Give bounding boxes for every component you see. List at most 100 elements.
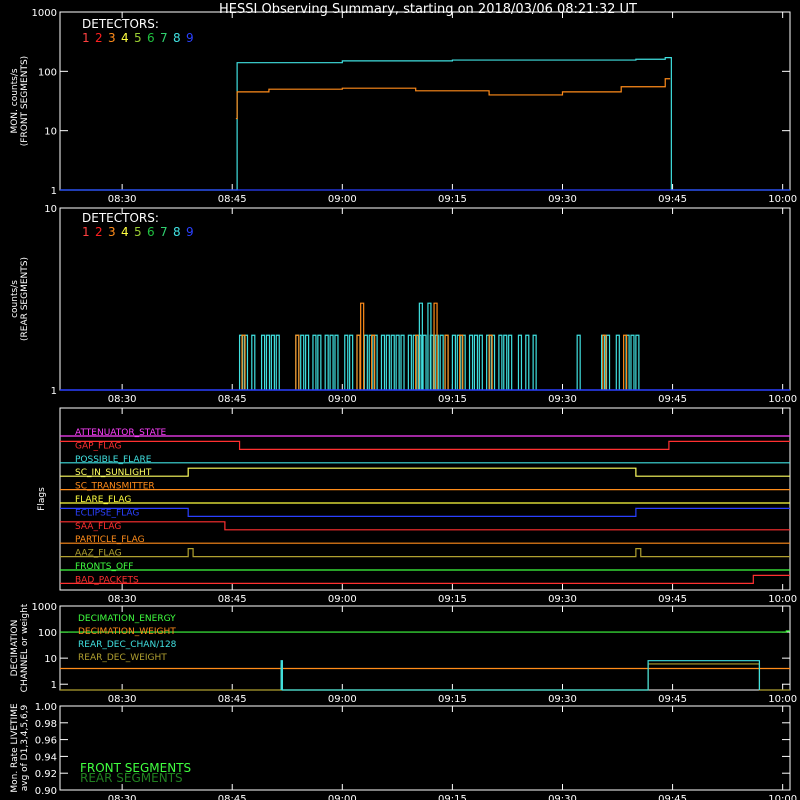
decimation-legend-2: REAR_DEC_CHAN/128 (78, 640, 177, 650)
flag-line-sc_in_sunlight (60, 467, 790, 477)
rear-spike-0-34 (451, 334, 456, 390)
livetime-ytick-label-5: 1.00 (35, 702, 57, 713)
rear-spike-0-48 (576, 334, 581, 390)
livetime-xtick-label-5: 09:45 (658, 794, 687, 800)
front-ytick-label-0: 1 (51, 186, 57, 197)
rear-spike-0-22 (385, 334, 390, 390)
rear-spike-0-10 (312, 334, 317, 390)
front-legend-detector-6: 6 (147, 31, 155, 45)
flags-xtick-label-2: 09:00 (328, 594, 357, 605)
rear-spike-0-24 (395, 334, 400, 390)
front-ytick-label-2: 100 (38, 67, 57, 78)
rear-ytick-label-0: 1 (51, 386, 57, 397)
rear-spike-1-0 (241, 334, 246, 390)
flag-line-eclipse_flag (60, 507, 790, 517)
rear-panel: 08:30 08:45 09:00 09:15 09:30 09:45 10:00 1 10 co… (10, 204, 797, 405)
rear-spike-1-9 (623, 334, 628, 390)
rear-spike-0-25 (400, 334, 405, 390)
decimation-xtick-label-2: 09:00 (328, 694, 357, 705)
rear-spike-1-7 (488, 334, 493, 390)
rear-spike-0-18 (363, 334, 368, 390)
flags-frame (59, 407, 791, 591)
front-legend-detector-3: 3 (108, 31, 116, 45)
flag-label-eclipse_flag: ECLIPSE_FLAG (75, 508, 139, 518)
decimation-xtick-label-0: 08:30 (108, 694, 137, 705)
livetime-ylabel-1: avg of D1,3,4,5,6,9 (20, 704, 30, 791)
decimation-ytick-label-1: 10 (44, 654, 57, 665)
decimation-series-3 (280, 660, 761, 691)
front-legend-detector-9: 9 (186, 31, 194, 45)
livetime-xtick-label-0: 08:30 (108, 794, 137, 800)
flag-line-aaz_flag (60, 548, 790, 558)
decimation-series-2 (60, 663, 790, 691)
front-series-0 (60, 57, 790, 191)
hessi-summary-chart: HESSI Observing Summary, starting on 201… (10, 2, 797, 800)
flags-xtick-label-6: 10:00 (768, 594, 797, 605)
front-legend-detector-8: 8 (173, 31, 181, 45)
flags-xtick-label-0: 08:30 (108, 594, 137, 605)
front-ylabel-0: MON. counts/s (10, 68, 20, 133)
rear-spike-0-37 (468, 334, 474, 390)
rear-spike-0-23 (390, 334, 395, 390)
flag-line-bad_packets (60, 574, 790, 584)
livetime-xtick-label-4: 09:30 (548, 794, 577, 800)
decimation-legend-1: DECIMATION_WEIGHT (78, 627, 176, 637)
flag-label-sc_transmitter: SC_TRANSMITTER (75, 482, 155, 492)
decimation-legend-0: DECIMATION_ENERGY (78, 614, 176, 624)
rear-ylabel-1: (REAR SEGMENTS) (20, 257, 30, 341)
livetime-ytick-label-0: 0.90 (35, 786, 57, 797)
flag-line-gap_flag (60, 440, 790, 450)
rear-spike-0-43 (503, 334, 508, 390)
rear-legend-detector-5: 5 (134, 225, 142, 239)
decimation-panel: 08:30 08:45 09:00 09:15 09:30 09:45 10:00 1 10 10… (10, 602, 797, 705)
rear-xtick-label-2: 09:00 (328, 394, 357, 405)
rear-spike-0-38 (473, 334, 479, 390)
rear-spike-0-21 (380, 334, 386, 390)
flags-xtick-label-4: 09:30 (548, 594, 577, 605)
front-xtick-label-2: 09:00 (328, 194, 357, 205)
livetime-xtick-label-6: 10:00 (768, 794, 797, 800)
rear-xtick-label-0: 08:30 (108, 394, 137, 405)
front-xtick-label-3: 09:15 (438, 194, 467, 205)
front-xtick-label-6: 10:00 (768, 194, 797, 205)
rear-spike-1-5 (444, 334, 449, 390)
rear-spike-0-4 (265, 334, 271, 390)
flag-label-fronts_off: FRONTS_OFF (75, 562, 133, 572)
flags-ylabel: Flags (37, 487, 47, 511)
rear-legend-detector-8: 8 (173, 225, 181, 239)
decimation-xtick-label-5: 09:45 (658, 694, 687, 705)
front-legend-detector-5: 5 (134, 31, 142, 45)
livetime-ytick-label-3: 0.96 (35, 736, 57, 747)
rear-legend-detector-3: 3 (108, 225, 116, 239)
rear-spike-0-26 (407, 334, 412, 390)
decimation-xtick-label-1: 08:45 (218, 694, 247, 705)
front-xtick-label-5: 09:45 (658, 194, 687, 205)
rear-spike-0-51 (615, 334, 620, 390)
rear-spike-0-39 (478, 334, 483, 390)
rear-legend-detector-2: 2 (95, 225, 103, 239)
rear-spike-0-9 (305, 334, 310, 390)
rear-spike-0-15 (344, 334, 349, 390)
rear-spike-1-3 (371, 334, 376, 390)
front-xtick-label-4: 09:30 (548, 194, 577, 205)
front-legend-detector-2: 2 (95, 31, 103, 45)
rear-legend-detector-9: 9 (186, 225, 194, 239)
rear-spike-0-53 (630, 334, 635, 390)
flag-label-aaz_flag: AAZ_FLAG (75, 549, 122, 559)
rear-spike-1-6 (459, 334, 464, 390)
livetime-legend-1: REAR SEGMENTS (80, 771, 183, 785)
livetime-ytick-label-2: 0.94 (35, 752, 57, 763)
rear-xtick-label-6: 10:00 (768, 394, 797, 405)
rear-xtick-label-4: 09:30 (548, 394, 577, 405)
front-xtick-label-0: 08:30 (108, 194, 137, 205)
rear-spike-0-47 (532, 334, 537, 390)
rear-spike-0-16 (349, 334, 354, 390)
decimation-ytick-label-0: 1 (51, 680, 57, 691)
decimation-xtick-label-3: 09:15 (438, 694, 467, 705)
flags-xtick-label-5: 09:45 (658, 594, 687, 605)
flag-label-attenuator_state: ATTENUATOR_STATE (75, 428, 167, 438)
rear-ytick-label-1: 10 (44, 204, 57, 215)
rear-spike-1-4 (415, 334, 420, 390)
front-xtick-label-1: 08:45 (218, 194, 247, 205)
flag-label-particle_flag: PARTICLE_FLAG (75, 535, 145, 545)
